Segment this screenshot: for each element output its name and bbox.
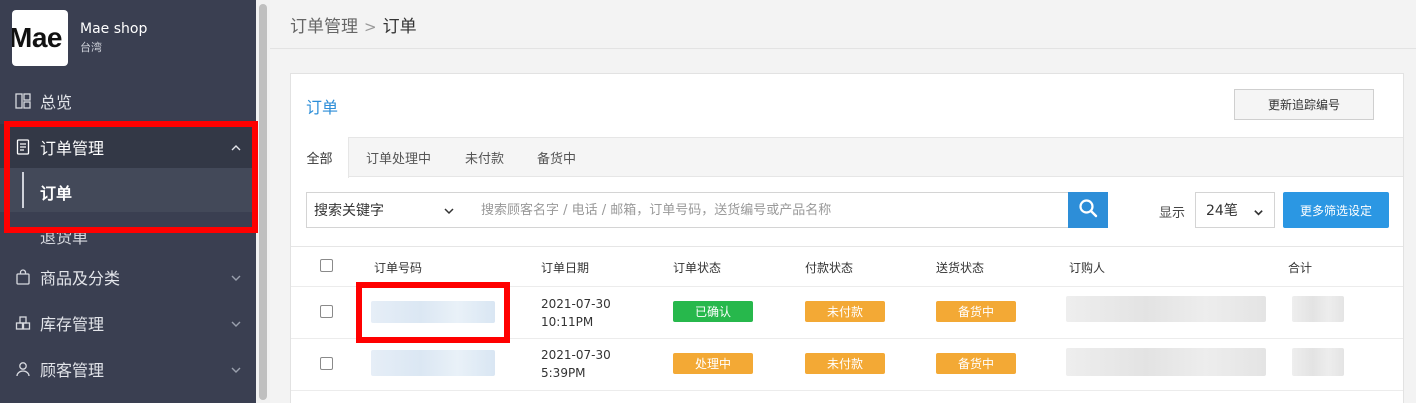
shop-region: 台湾 [80,41,102,54]
tab-all[interactable]: 全部 [291,137,349,178]
row-divider [291,390,1403,391]
inventory-icon [14,314,32,332]
search-input[interactable] [465,192,1069,228]
breadcrumb: 订单管理 > 订单 [290,12,417,37]
breadcrumb-current: 订单 [382,17,417,37]
chevron-down-icon [230,269,242,288]
sidebar-item-products[interactable]: 商品及分类 [0,255,256,299]
select-all-checkbox[interactable] [320,259,333,272]
breadcrumb-separator: > [364,18,377,36]
search-icon [1078,198,1098,222]
chevron-down-icon [443,205,455,221]
document-icon [14,138,32,156]
customer-redacted [1066,348,1266,376]
bag-icon [14,268,32,286]
sidebar: Mae Mae shop 台湾 总览 订单管理 订单 退货单 商品及分类 库存管… [0,0,256,403]
order-number-redacted[interactable] [371,301,495,323]
column-header-order-date[interactable]: 订单日期 [541,259,589,276]
order-date: 2021-07-30 5:39PM [541,348,611,380]
row-divider [291,338,1403,339]
user-icon [14,360,32,378]
row-divider [291,286,1403,287]
chevron-down-icon [1253,206,1264,222]
chevron-down-icon [230,361,242,380]
column-header-order-status: 订单状态 [673,261,722,275]
search-field-select[interactable]: 搜索关键字 [306,192,466,228]
sidebar-subitem-returns[interactable]: 退货单 [40,224,88,248]
payment-status-badge: 未付款 [805,301,885,322]
column-header-total[interactable]: 合计 [1288,259,1312,276]
tab-processing[interactable]: 订单处理中 [366,148,431,167]
row-checkbox[interactable] [320,305,333,318]
sidebar-subitem-orders[interactable]: 订单 [40,180,72,204]
dashboard-icon [14,92,32,110]
search-button[interactable] [1068,192,1108,228]
delivery-status-badge: 备货中 [936,353,1016,374]
sidebar-item-customers[interactable]: 顾客管理 [0,347,256,391]
row-checkbox[interactable] [320,357,333,370]
table-header-divider [291,246,1403,247]
sidebar-subitem-indicator [22,172,24,208]
tabs-bar [291,137,1403,177]
chevron-up-icon [230,139,242,158]
customer-redacted [1066,296,1266,322]
update-tracking-button[interactable]: 更新追踪编号 [1234,89,1374,120]
total-redacted [1292,348,1344,376]
tab-unpaid[interactable]: 未付款 [465,148,504,167]
sidebar-item-inventory[interactable]: 库存管理 [0,301,256,345]
column-header-customer: 订购人 [1069,261,1106,275]
column-header-delivery-status: 送货状态 [936,261,985,275]
breadcrumb-parent[interactable]: 订单管理 [290,17,358,37]
sidebar-item-order-management[interactable]: 订单管理 [0,125,256,169]
column-header-order-number[interactable]: 订单号码 [374,259,422,276]
order-status-badge: 已确认 [673,301,753,322]
order-status-badge: 处理中 [673,353,753,374]
column-header-payment-status: 付款状态 [805,261,854,275]
more-filters-button[interactable]: 更多筛选设定 [1283,192,1389,228]
payment-status-badge: 未付款 [805,353,885,374]
sidebar-item-overview[interactable]: 总览 [0,79,256,123]
shop-logo: Mae [12,10,68,66]
chevron-down-icon [230,315,242,334]
sidebar-divider [0,212,256,224]
header-divider [270,48,1416,49]
tab-preparing[interactable]: 备货中 [537,148,576,167]
total-redacted [1292,296,1344,322]
panel-title: 订单 [306,98,339,117]
shop-header[interactable]: Mae Mae shop 台湾 [12,10,147,66]
page-size-label: 显示 [1159,206,1186,221]
order-date: 2021-07-30 10:11PM [541,297,611,329]
page-size-select[interactable]: 24笔 [1195,192,1275,228]
order-number-redacted[interactable] [371,350,495,376]
sidebar-subitem-orders-bg [0,168,256,212]
shop-name: Mae shop [80,21,148,37]
delivery-status-badge: 备货中 [936,301,1016,322]
sidebar-scrollbar-thumb[interactable] [259,4,267,400]
